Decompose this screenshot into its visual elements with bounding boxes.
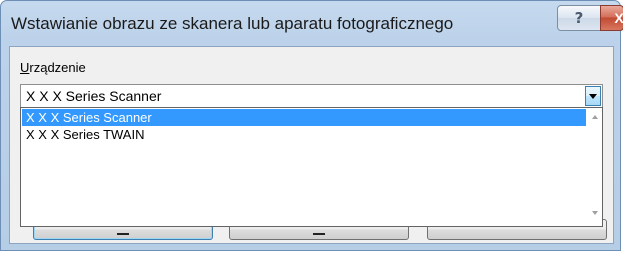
button-accelerator-mark (313, 233, 325, 235)
dropdown-arrow-icon[interactable] (585, 86, 601, 106)
window-title: Wstawianie obrazu ze skanera lub aparatu… (11, 14, 454, 33)
close-button[interactable]: X (600, 5, 623, 31)
scroll-up-arrow-icon[interactable] (592, 115, 598, 119)
device-combobox-value: X X X Series Scanner (26, 88, 162, 104)
dialog-window: Wstawianie obrazu ze skanera lub aparatu… (0, 0, 623, 251)
dropdown-option[interactable]: X X X Series TWAIN (22, 126, 586, 143)
question-mark-icon: ? (574, 9, 584, 27)
title-bar[interactable]: Wstawianie obrazu ze skanera lub aparatu… (1, 1, 623, 47)
scroll-down-arrow-icon[interactable] (592, 211, 598, 215)
dropdown-option[interactable]: X X X Series Scanner (22, 109, 586, 126)
close-icon: X (614, 10, 623, 26)
help-button[interactable]: ? (557, 5, 601, 31)
device-combobox[interactable]: X X X Series Scanner (20, 84, 603, 108)
device-label-text: rządzenie (29, 60, 86, 75)
device-label: Urządzenie (20, 60, 86, 75)
device-dropdown-list[interactable]: X X X Series Scanner X X X Series TWAIN (20, 107, 603, 227)
button-accelerator-mark (117, 233, 129, 235)
device-label-accelerator: U (20, 60, 30, 75)
dialog-content: Urządzenie X X X Series Scanner X X X Se… (9, 46, 614, 244)
